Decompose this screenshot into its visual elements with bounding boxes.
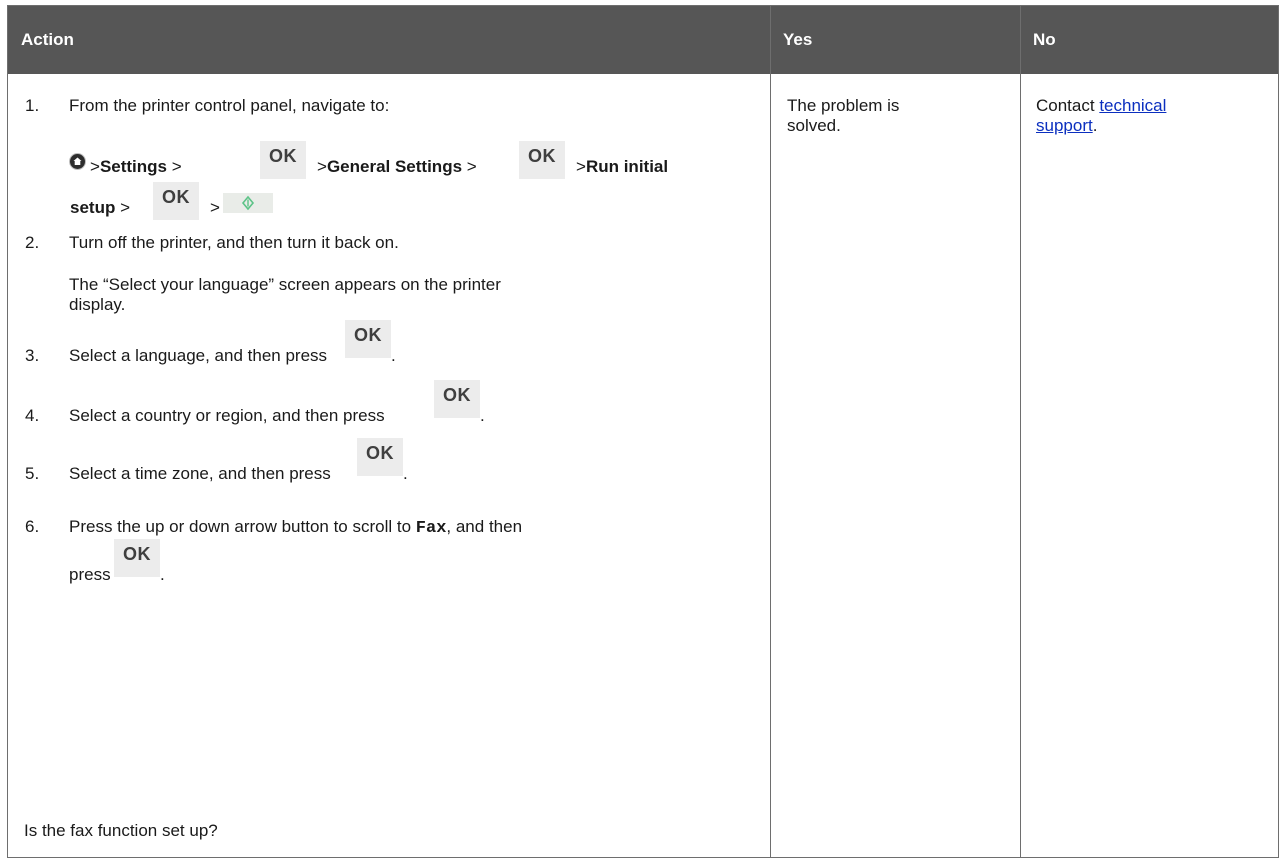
step-number: 4.: [25, 406, 40, 425]
step-text: press: [69, 565, 111, 584]
table-header: Action Yes No: [8, 6, 1278, 74]
path-settings: Settings: [99, 157, 167, 176]
step-period: .: [391, 346, 396, 365]
header-action: Action: [21, 30, 74, 49]
header-no: No: [1033, 30, 1056, 49]
column-divider: [770, 6, 771, 857]
step-number: 1.: [25, 96, 40, 115]
step-number: 6.: [25, 517, 40, 536]
path-separator: >: [466, 157, 477, 176]
no-result-text: Contact: [1036, 96, 1100, 115]
ok-button-icon: OK: [260, 141, 306, 179]
ok-button-icon: OK: [114, 539, 160, 577]
path-separator: >: [317, 157, 327, 176]
step-text: Turn off the printer, and then turn it b…: [69, 233, 399, 252]
step-period: .: [480, 406, 485, 425]
path-separator: >: [171, 157, 182, 176]
step-text: From the printer control panel, navigate…: [69, 96, 390, 115]
step-text: Press the up or down arrow button to scr…: [69, 517, 416, 536]
step-note: display.: [69, 295, 126, 314]
step-note: The “Select your language” screen appear…: [69, 275, 501, 294]
ok-button-icon: OK: [345, 320, 391, 358]
step-period: .: [403, 464, 408, 483]
question-text: Is the fax function set up?: [24, 821, 218, 840]
ok-button-icon: OK: [519, 141, 565, 179]
step-text: Select a language, and then press: [69, 346, 328, 365]
path-general-settings: General Settings: [326, 157, 463, 176]
step-number: 3.: [25, 346, 40, 365]
ok-button-icon: OK: [153, 182, 199, 220]
step-number: 2.: [25, 233, 40, 252]
path-setup: setup: [70, 198, 116, 217]
fax-menu-code: Fax: [415, 519, 447, 538]
path-run-initial: Run initial: [585, 157, 669, 176]
yes-result: solved.: [787, 116, 841, 135]
home-icon: [70, 154, 85, 169]
path-separator: >: [120, 198, 131, 217]
technical-support-link[interactable]: technical: [1099, 96, 1166, 115]
ok-button-icon: OK: [434, 380, 480, 418]
start-icon: [223, 193, 273, 213]
step-period: .: [160, 565, 165, 584]
header-yes: Yes: [783, 30, 813, 49]
step-text: Select a time zone, and then press: [69, 464, 331, 483]
column-divider: [1020, 6, 1021, 857]
yes-result: The problem is: [787, 96, 900, 115]
step-text: , and then: [446, 517, 523, 536]
troubleshooting-table: Action Yes No 1. From the printer contro…: [7, 5, 1279, 858]
step-number: 5.: [25, 464, 40, 483]
path-separator: >: [210, 198, 220, 217]
path-separator: >: [90, 157, 100, 176]
ok-button-icon: OK: [357, 438, 403, 476]
path-separator: >: [576, 157, 586, 176]
technical-support-link[interactable]: support: [1036, 116, 1093, 135]
no-result-text: .: [1092, 116, 1098, 135]
step-text: Select a country or region, and then pre…: [69, 406, 385, 425]
